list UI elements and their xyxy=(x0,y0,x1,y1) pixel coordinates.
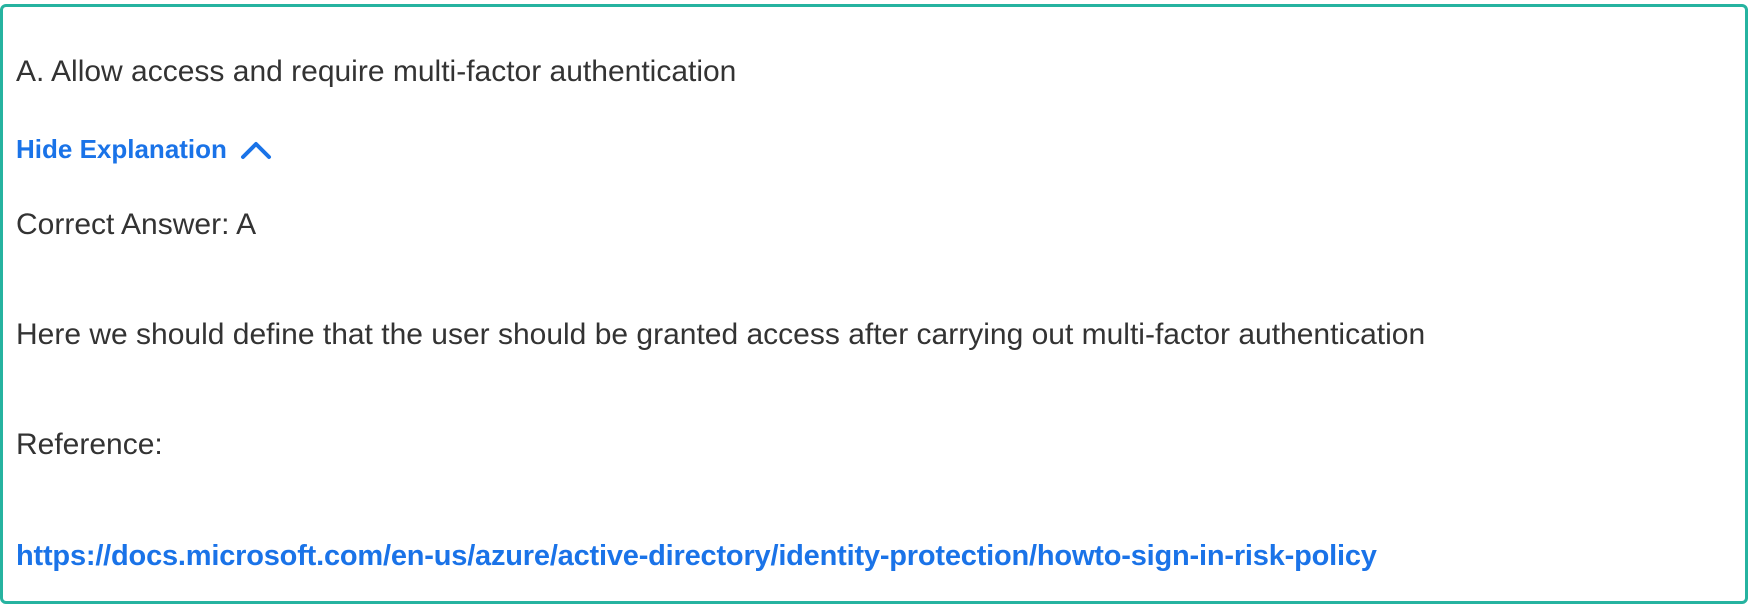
explanation-body: Here we should define that the user shou… xyxy=(16,318,1426,351)
chevron-up-icon xyxy=(240,142,271,159)
reference-label: Reference: xyxy=(16,428,163,461)
hide-explanation-toggle[interactable]: Hide Explanation xyxy=(16,134,273,164)
answer-option-a[interactable]: A. Allow access and require multi-factor… xyxy=(16,54,736,90)
hide-explanation-label: Hide Explanation xyxy=(16,134,227,164)
reference-link[interactable]: https://docs.microsoft.com/en-us/azure/a… xyxy=(16,538,1377,574)
correct-answer-text: Correct Answer: A xyxy=(16,208,257,241)
answer-card: A. Allow access and require multi-factor… xyxy=(0,4,1748,604)
